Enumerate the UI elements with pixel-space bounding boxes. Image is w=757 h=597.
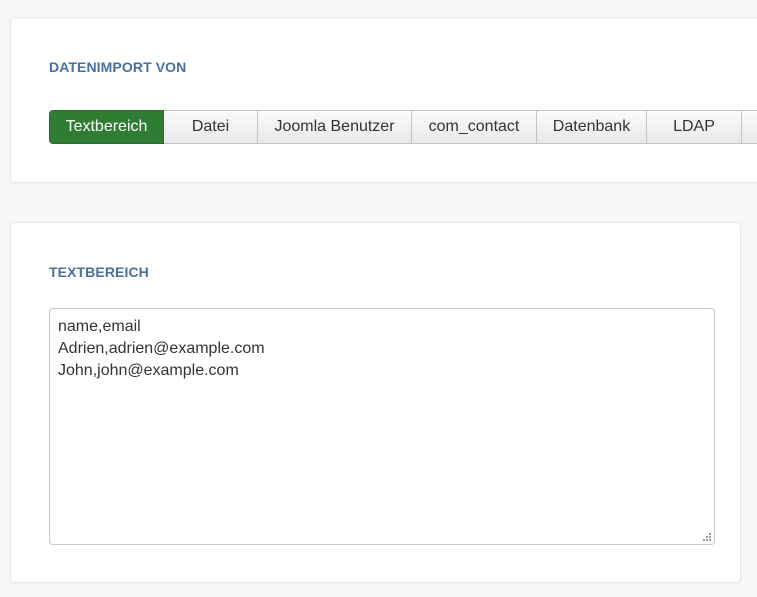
tab-more[interactable] bbox=[742, 110, 757, 144]
tab-textbereich[interactable]: Textbereich bbox=[49, 110, 164, 144]
tab-ldap[interactable]: LDAP bbox=[647, 110, 742, 144]
textarea-title: TEXTBEREICH bbox=[49, 264, 149, 280]
tab-joomla-benutzer[interactable]: Joomla Benutzer bbox=[258, 110, 412, 144]
tab-datei[interactable]: Datei bbox=[164, 110, 258, 144]
import-source-tabs: Textbereich Datei Joomla Benutzer com_co… bbox=[49, 110, 757, 144]
import-source-panel: DATENIMPORT VON Textbereich Datei Joomla… bbox=[10, 17, 757, 183]
import-source-title: DATENIMPORT VON bbox=[49, 59, 187, 75]
tab-com-contact[interactable]: com_contact bbox=[412, 110, 537, 144]
import-textarea[interactable] bbox=[50, 309, 714, 544]
textarea-panel: TEXTBEREICH bbox=[10, 222, 741, 583]
import-textarea-container bbox=[49, 308, 715, 545]
tab-datenbank[interactable]: Datenbank bbox=[537, 110, 647, 144]
resize-grip-icon[interactable] bbox=[701, 531, 711, 541]
